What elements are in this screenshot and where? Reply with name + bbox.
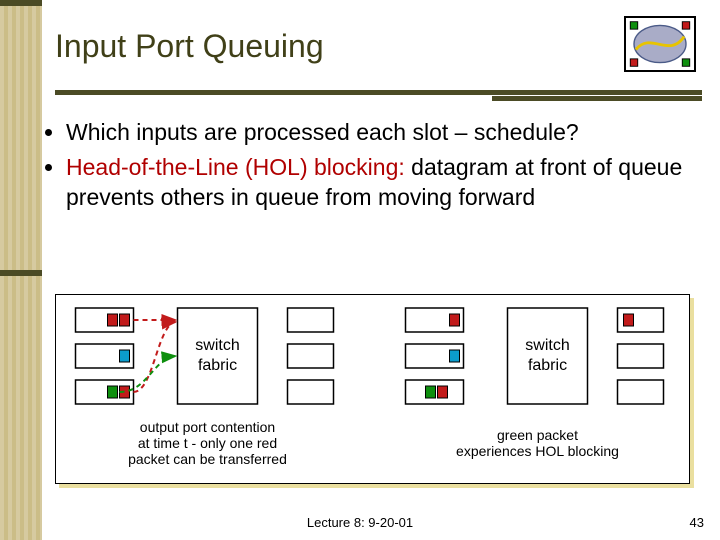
left-decoration	[0, 0, 42, 540]
left-fabric-label-1: switch	[195, 337, 239, 354]
page-number: 43	[690, 515, 704, 530]
caption-left-2: at time t - only one red	[138, 435, 277, 451]
bullet-1-text: Which inputs are processed each slot – s…	[66, 119, 579, 145]
caption-right-1: green packet	[497, 427, 578, 443]
caption-left-1: output port contention	[140, 419, 275, 435]
diagram-svg: switch fabric output port content	[55, 294, 690, 484]
right-fabric-label-1: switch	[525, 337, 569, 354]
body-text: Which inputs are processed each slot – s…	[42, 118, 700, 218]
left-fabric-label-2: fabric	[198, 357, 237, 374]
bullet-2: Head-of-the-Line (HOL) blocking: datagra…	[66, 153, 700, 212]
caption-right-2: experiences HOL blocking	[456, 443, 619, 459]
footer-text: Lecture 8: 9-20-01	[0, 515, 720, 530]
bullet-2-lead: Head-of-the-Line (HOL) blocking:	[66, 154, 405, 180]
slide-logo	[624, 16, 696, 72]
title-underline	[55, 90, 702, 105]
slide-title: Input Port Queuing	[55, 28, 324, 65]
bullet-1: Which inputs are processed each slot – s…	[66, 118, 700, 147]
caption-left-3: packet can be transferred	[128, 451, 287, 467]
right-fabric-label-2: fabric	[528, 357, 567, 374]
diagram-area: switch fabric output port content	[55, 294, 690, 484]
slide: Input Port Queuing Which inputs are proc…	[0, 0, 720, 540]
